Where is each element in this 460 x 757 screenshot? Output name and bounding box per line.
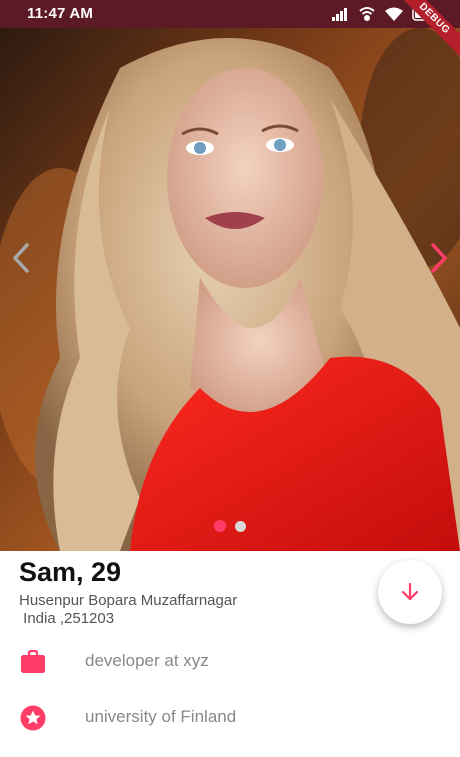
address-line-1: Husenpur Bopara Muzaffarnagar — [19, 592, 238, 609]
chevron-right-icon — [431, 243, 447, 273]
address-line-2: India ,251203 — [19, 610, 115, 627]
profile-info: Sam, 29 Husenpur Bopara Muzaffarnagar In… — [0, 551, 460, 757]
status-time: 11:47 AM — [27, 5, 94, 22]
collapse-details-button[interactable] — [378, 560, 442, 624]
school-row: university of Finland — [0, 697, 460, 737]
job-text: developer at xyz — [85, 651, 209, 670]
school-text: university of Finland — [85, 707, 237, 726]
job-row: developer at xyz — [0, 641, 460, 681]
briefcase-icon — [20, 649, 46, 675]
previous-photo-button[interactable] — [6, 238, 36, 278]
signal-icon — [332, 8, 347, 21]
arrow-down-icon — [401, 582, 419, 601]
carousel-indicator — [0, 520, 460, 532]
next-photo-button[interactable] — [424, 238, 454, 278]
chevron-left-icon — [13, 243, 29, 273]
profile-address: Husenpur Bopara Muzaffarnagar India ,251… — [19, 592, 319, 628]
profile-name-age: Sam, 29 — [19, 557, 122, 587]
profile-photo-carousel[interactable] — [0, 28, 460, 551]
status-bar: 11:47 AM — [0, 0, 460, 28]
carousel-dot[interactable] — [235, 521, 246, 532]
wifi-calling-icon — [359, 7, 375, 21]
wifi-icon — [385, 7, 403, 21]
star-circle-icon — [20, 705, 46, 731]
profile-photo[interactable] — [0, 28, 460, 551]
carousel-dot-active[interactable] — [214, 520, 226, 532]
